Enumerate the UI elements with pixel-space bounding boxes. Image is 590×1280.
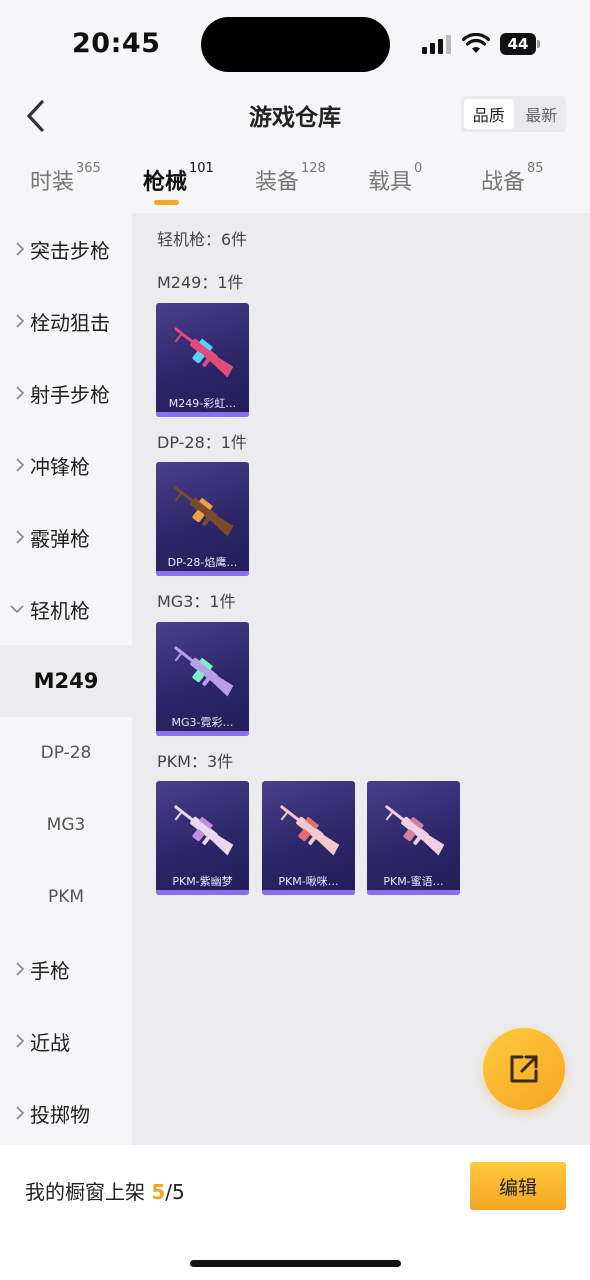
group-label-mg3: MG3：1件 bbox=[157, 592, 236, 611]
chevron-right-icon bbox=[0, 386, 30, 400]
shelf-current-count: 5 bbox=[151, 1180, 166, 1204]
shelf-total-count: /5 bbox=[165, 1180, 185, 1204]
sidebar-sub-mg3[interactable]: MG3 bbox=[0, 789, 132, 861]
item-card[interactable]: PKM-啾咪… bbox=[262, 781, 355, 895]
sidebar-item-shotgun[interactable]: 霰弹枪 bbox=[0, 501, 132, 573]
sidebar-sub-m249[interactable]: M249 bbox=[0, 645, 132, 717]
tab-label: 枪械 bbox=[143, 170, 188, 195]
item-card[interactable]: DP-28-焰鹰… bbox=[156, 462, 249, 576]
sidebar-item-label: 冲锋枪 bbox=[30, 454, 90, 479]
item-card[interactable]: M249-彩虹… bbox=[156, 303, 249, 417]
sidebar-sub-dp28[interactable]: DP-28 bbox=[0, 717, 132, 789]
item-caption: PKM-蜜语… bbox=[383, 875, 444, 888]
item-card[interactable]: PKM-紫幽梦 bbox=[156, 781, 249, 895]
sidebar-item-label: 轻机枪 bbox=[30, 598, 90, 623]
battery-level: 44 bbox=[500, 33, 536, 55]
tab-count: 0 bbox=[414, 161, 423, 176]
external-link-icon bbox=[510, 1055, 538, 1083]
gun-skin-image bbox=[164, 791, 242, 869]
signal-icon bbox=[422, 34, 454, 54]
edit-button[interactable]: 编辑 bbox=[470, 1162, 566, 1210]
sidebar-item-bolt-sniper[interactable]: 栓动狙击 bbox=[0, 285, 132, 357]
group-label-m249: M249：1件 bbox=[157, 273, 244, 292]
group-label-pkm: PKM：3件 bbox=[157, 752, 234, 771]
sidebar-item-melee[interactable]: 近战 bbox=[0, 1005, 132, 1077]
gun-skin-image bbox=[164, 632, 242, 710]
chevron-right-icon bbox=[0, 962, 30, 976]
status-time: 20:45 bbox=[72, 28, 161, 59]
header: 游戏仓库 品质 最新 bbox=[0, 88, 590, 150]
status-bar: 20:45 44 bbox=[0, 0, 590, 88]
sort-quality-button[interactable]: 品质 bbox=[464, 99, 514, 129]
home-indicator bbox=[190, 1260, 401, 1267]
chevron-down-icon bbox=[0, 605, 30, 613]
sidebar-item-pistol[interactable]: 手枪 bbox=[0, 933, 132, 1005]
item-grid-panel: 轻机枪：6件 M249：1件 M249-彩虹… DP-28：1件 DP-28-焰… bbox=[132, 213, 590, 1145]
item-card[interactable]: MG3-霓彩… bbox=[156, 622, 249, 736]
chevron-right-icon bbox=[0, 530, 30, 544]
sidebar-item-label: 突击步枪 bbox=[30, 238, 110, 263]
item-caption: PKM-啾咪… bbox=[278, 875, 339, 888]
sort-toggle: 品质 最新 bbox=[461, 96, 566, 132]
sidebar-sub-pkm[interactable]: PKM bbox=[0, 861, 132, 933]
sidebar-item-lmg[interactable]: 轻机枪 bbox=[0, 573, 132, 645]
bottom-bar: 我的橱窗上架 5/5 编辑 bbox=[0, 1145, 590, 1280]
tab-count: 85 bbox=[527, 161, 544, 176]
tab-label: 载具 bbox=[368, 170, 413, 195]
share-fab-button[interactable] bbox=[483, 1028, 565, 1110]
gun-skin-image bbox=[270, 791, 348, 869]
tab-count: 128 bbox=[301, 161, 326, 176]
sidebar-item-label: 手枪 bbox=[30, 958, 70, 983]
tab-label: 战备 bbox=[481, 170, 526, 195]
sidebar-item-marksman-rifle[interactable]: 射手步枪 bbox=[0, 357, 132, 429]
item-caption: MG3-霓彩… bbox=[171, 716, 234, 729]
tab-fashion[interactable]: 时装365 bbox=[30, 161, 101, 196]
sidebar-item-label: 射手步枪 bbox=[30, 382, 110, 407]
sidebar-item-label: 霰弹枪 bbox=[30, 526, 90, 551]
item-caption: PKM-紫幽梦 bbox=[172, 875, 233, 888]
tab-label: 装备 bbox=[255, 170, 300, 195]
sidebar: 突击步枪 栓动狙击 射手步枪 冲锋枪 霰弹枪 轻机枪 M249 DP-28 MG… bbox=[0, 213, 132, 1145]
sidebar-item-throwable[interactable]: 投掷物 bbox=[0, 1077, 132, 1149]
tab-supplies[interactable]: 战备85 bbox=[481, 161, 544, 196]
chevron-right-icon bbox=[0, 242, 30, 256]
tab-count: 365 bbox=[76, 161, 101, 176]
tab-firearms[interactable]: 枪械101 bbox=[143, 161, 214, 196]
sidebar-item-assault-rifle[interactable]: 突击步枪 bbox=[0, 213, 132, 285]
wifi-icon bbox=[461, 32, 491, 55]
chevron-right-icon bbox=[0, 1034, 30, 1048]
chevron-right-icon bbox=[0, 458, 30, 472]
gun-skin-image bbox=[164, 313, 242, 391]
category-tabs: 时装365 枪械101 装备128 载具0 战备85 bbox=[0, 150, 590, 213]
item-caption: M249-彩虹… bbox=[168, 397, 237, 410]
chevron-right-icon bbox=[0, 314, 30, 328]
battery-icon: 44 bbox=[500, 33, 540, 55]
item-card[interactable]: PKM-蜜语… bbox=[367, 781, 460, 895]
shelf-status: 我的橱窗上架 5/5 bbox=[25, 1176, 185, 1205]
group-label-dp28: DP-28：1件 bbox=[157, 433, 247, 452]
active-tab-indicator bbox=[154, 200, 179, 205]
sidebar-item-label: 投掷物 bbox=[30, 1102, 90, 1127]
category-summary: 轻机枪：6件 bbox=[157, 230, 248, 249]
tab-vehicles[interactable]: 载具0 bbox=[368, 161, 423, 196]
tab-equipment[interactable]: 装备128 bbox=[255, 161, 326, 196]
sidebar-item-label: 栓动狙击 bbox=[30, 310, 110, 335]
sidebar-item-label: 近战 bbox=[30, 1030, 70, 1055]
item-caption: DP-28-焰鹰… bbox=[167, 556, 238, 569]
dynamic-island bbox=[201, 17, 390, 72]
tab-count: 101 bbox=[189, 161, 214, 176]
gun-skin-image bbox=[164, 472, 242, 550]
gun-skin-image bbox=[375, 791, 453, 869]
tab-label: 时装 bbox=[30, 170, 75, 195]
sort-newest-button[interactable]: 最新 bbox=[517, 96, 567, 132]
shelf-label: 我的橱窗上架 bbox=[25, 1180, 145, 1204]
sidebar-item-smg[interactable]: 冲锋枪 bbox=[0, 429, 132, 501]
chevron-right-icon bbox=[0, 1106, 30, 1120]
